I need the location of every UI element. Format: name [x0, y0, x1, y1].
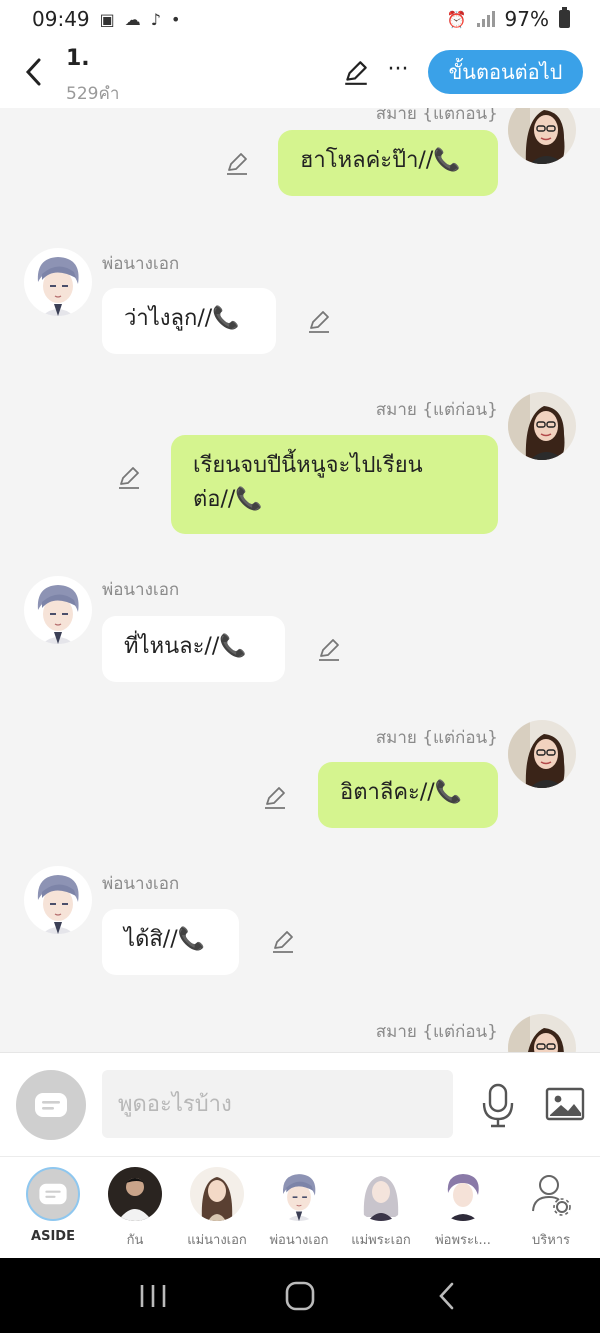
character-label: แม่พระเอก — [351, 1233, 411, 1248]
character-heroine-father[interactable]: พ่อนางเอก — [258, 1167, 340, 1255]
sender-avatar[interactable] — [24, 866, 92, 934]
phone-call-icon: 📞 — [177, 927, 206, 952]
chapter-title: 1. — [66, 46, 90, 71]
back-arrow-icon — [438, 1282, 453, 1309]
message-bubble[interactable]: ฮาโหลค่ะป๊า//📞 — [278, 130, 498, 196]
sender-name: สมาย {แต่ก่อน} — [375, 728, 498, 748]
message-input[interactable] — [102, 1070, 453, 1138]
sender-name: สมาย {แต่ก่อน} — [375, 108, 498, 124]
sender-avatar[interactable] — [508, 1014, 576, 1052]
chapter-header: 1. 529คำ ··· ขั้นตอนต่อไป — [0, 38, 600, 108]
chat-area[interactable]: สมาย {แต่ก่อน} ฮาโหลค่ะป๊า//📞 พ่อนางเอก … — [0, 108, 600, 1052]
phone-call-icon: 📞 — [433, 148, 461, 173]
next-step-button[interactable]: ขั้นตอนต่อไป — [428, 50, 583, 94]
sender-name: พ่อนางเอก — [102, 874, 180, 894]
edit-message-icon[interactable] — [306, 308, 332, 334]
aside-avatar — [26, 1167, 80, 1221]
message-bubble[interactable]: เรียนจบปีนี้หนูจะไปเรียนต่อ//📞 — [171, 435, 498, 534]
edit-chapter-button[interactable] — [340, 56, 372, 88]
character-label: แม่นางเอก — [187, 1233, 247, 1248]
character-heroine-mother[interactable]: แม่นางเอก — [176, 1167, 258, 1255]
alarm-icon: ⏰ — [446, 9, 467, 29]
status-left: 09:49 ▣ ☁ ♪ • — [32, 7, 180, 31]
battery-icon — [559, 7, 570, 28]
signal-icon — [476, 11, 495, 27]
sender-name: สมาย {แต่ก่อน} — [375, 400, 498, 420]
pencil-icon — [345, 61, 367, 85]
status-right: ⏰ 97% — [447, 7, 570, 31]
character-avatar — [354, 1167, 408, 1221]
sender-avatar[interactable] — [508, 392, 576, 460]
sender-name: พ่อนางเอก — [102, 254, 180, 274]
sender-name: พ่อนางเอก — [102, 580, 180, 600]
character-kan[interactable]: กัน — [94, 1167, 176, 1255]
manage-characters-icon — [524, 1167, 578, 1221]
sender-avatar[interactable] — [508, 108, 576, 164]
message-bubble[interactable]: ที่ไหนละ//📞 — [102, 616, 285, 682]
back-button[interactable] — [18, 54, 48, 90]
character-selector: ASIDE กัน แม่นางเอก พ่อนางเอก แม่พระเอก … — [0, 1156, 600, 1258]
recent-apps-button[interactable] — [123, 1276, 183, 1316]
edit-message-icon[interactable] — [262, 784, 288, 810]
word-count: 529คำ — [66, 84, 120, 104]
battery-percent: 97% — [504, 7, 549, 31]
message-bubble[interactable]: อิตาลีคะ//📞 — [318, 762, 498, 828]
message-text: อิตาลีคะ// — [340, 780, 435, 805]
compose-bar — [0, 1052, 600, 1156]
character-avatar — [108, 1167, 162, 1221]
sender-avatar[interactable] — [24, 248, 92, 316]
message-text-line-1: เรียนจบปีนี้หนูจะไปเรียน — [193, 453, 423, 478]
sender-avatar[interactable] — [508, 720, 576, 788]
message-text: ว่าไงลูก// — [124, 306, 213, 331]
home-icon — [285, 1281, 315, 1310]
message-bubble[interactable]: ได้สิ//📞 — [102, 909, 239, 975]
character-label: ASIDE — [31, 1229, 75, 1244]
clock: 09:49 — [32, 7, 90, 31]
message-bubble[interactable]: ว่าไงลูก//📞 — [102, 288, 276, 354]
phone-call-icon: 📞 — [212, 306, 240, 331]
edit-message-icon[interactable] — [316, 636, 342, 662]
character-label: บริหาร — [531, 1233, 571, 1248]
message-text: ได้สิ// — [124, 927, 178, 952]
more-notifications-dot-icon: • — [170, 9, 181, 29]
edit-message-icon[interactable] — [224, 150, 250, 176]
message-text: ที่ไหนละ// — [124, 634, 220, 659]
manage-characters-button[interactable]: บริหาร — [510, 1167, 592, 1255]
message-text-line-2: ต่อ// — [193, 487, 236, 512]
character-label: พ่อนางเอก — [269, 1233, 329, 1248]
edit-message-icon[interactable] — [270, 928, 296, 954]
character-label: กัน — [126, 1233, 144, 1248]
sender-avatar[interactable] — [24, 576, 92, 644]
aside-bubble-icon — [36, 1177, 70, 1211]
system-nav-bar — [0, 1258, 600, 1333]
character-avatar — [436, 1167, 490, 1221]
phone-call-icon: 📞 — [235, 487, 263, 512]
status-bar: 09:49 ▣ ☁ ♪ • ⏰ 97% — [0, 0, 600, 38]
gallery-notification-icon: ▣ — [99, 9, 115, 29]
aside-toggle-button[interactable] — [16, 1070, 86, 1140]
microphone-icon[interactable] — [478, 1081, 518, 1129]
character-avatar — [190, 1167, 244, 1221]
phone-call-icon: 📞 — [219, 634, 247, 659]
home-button[interactable] — [270, 1276, 330, 1316]
chevron-left-icon — [25, 58, 41, 86]
character-hero-father[interactable]: พ่อพระเ... — [422, 1167, 504, 1255]
message-text: ฮาโหลค่ะป๊า// — [300, 148, 434, 173]
character-aside[interactable]: ASIDE — [12, 1167, 94, 1255]
image-upload-icon[interactable] — [544, 1083, 586, 1125]
system-back-button[interactable] — [417, 1276, 477, 1316]
character-hero-mother[interactable]: แม่พระเอก — [340, 1167, 422, 1255]
character-label: พ่อพระเ... — [435, 1233, 491, 1248]
cloud-notification-icon: ☁ — [124, 9, 141, 29]
sender-name: สมาย {แต่ก่อน} — [375, 1022, 498, 1042]
edit-message-icon[interactable] — [116, 464, 142, 490]
tiktok-notification-icon: ♪ — [150, 9, 161, 29]
aside-bubble-icon — [31, 1085, 71, 1125]
recent-apps-icon — [141, 1284, 166, 1307]
more-options-button[interactable]: ··· — [384, 56, 412, 88]
character-avatar — [272, 1167, 326, 1221]
phone-call-icon: 📞 — [434, 780, 463, 805]
